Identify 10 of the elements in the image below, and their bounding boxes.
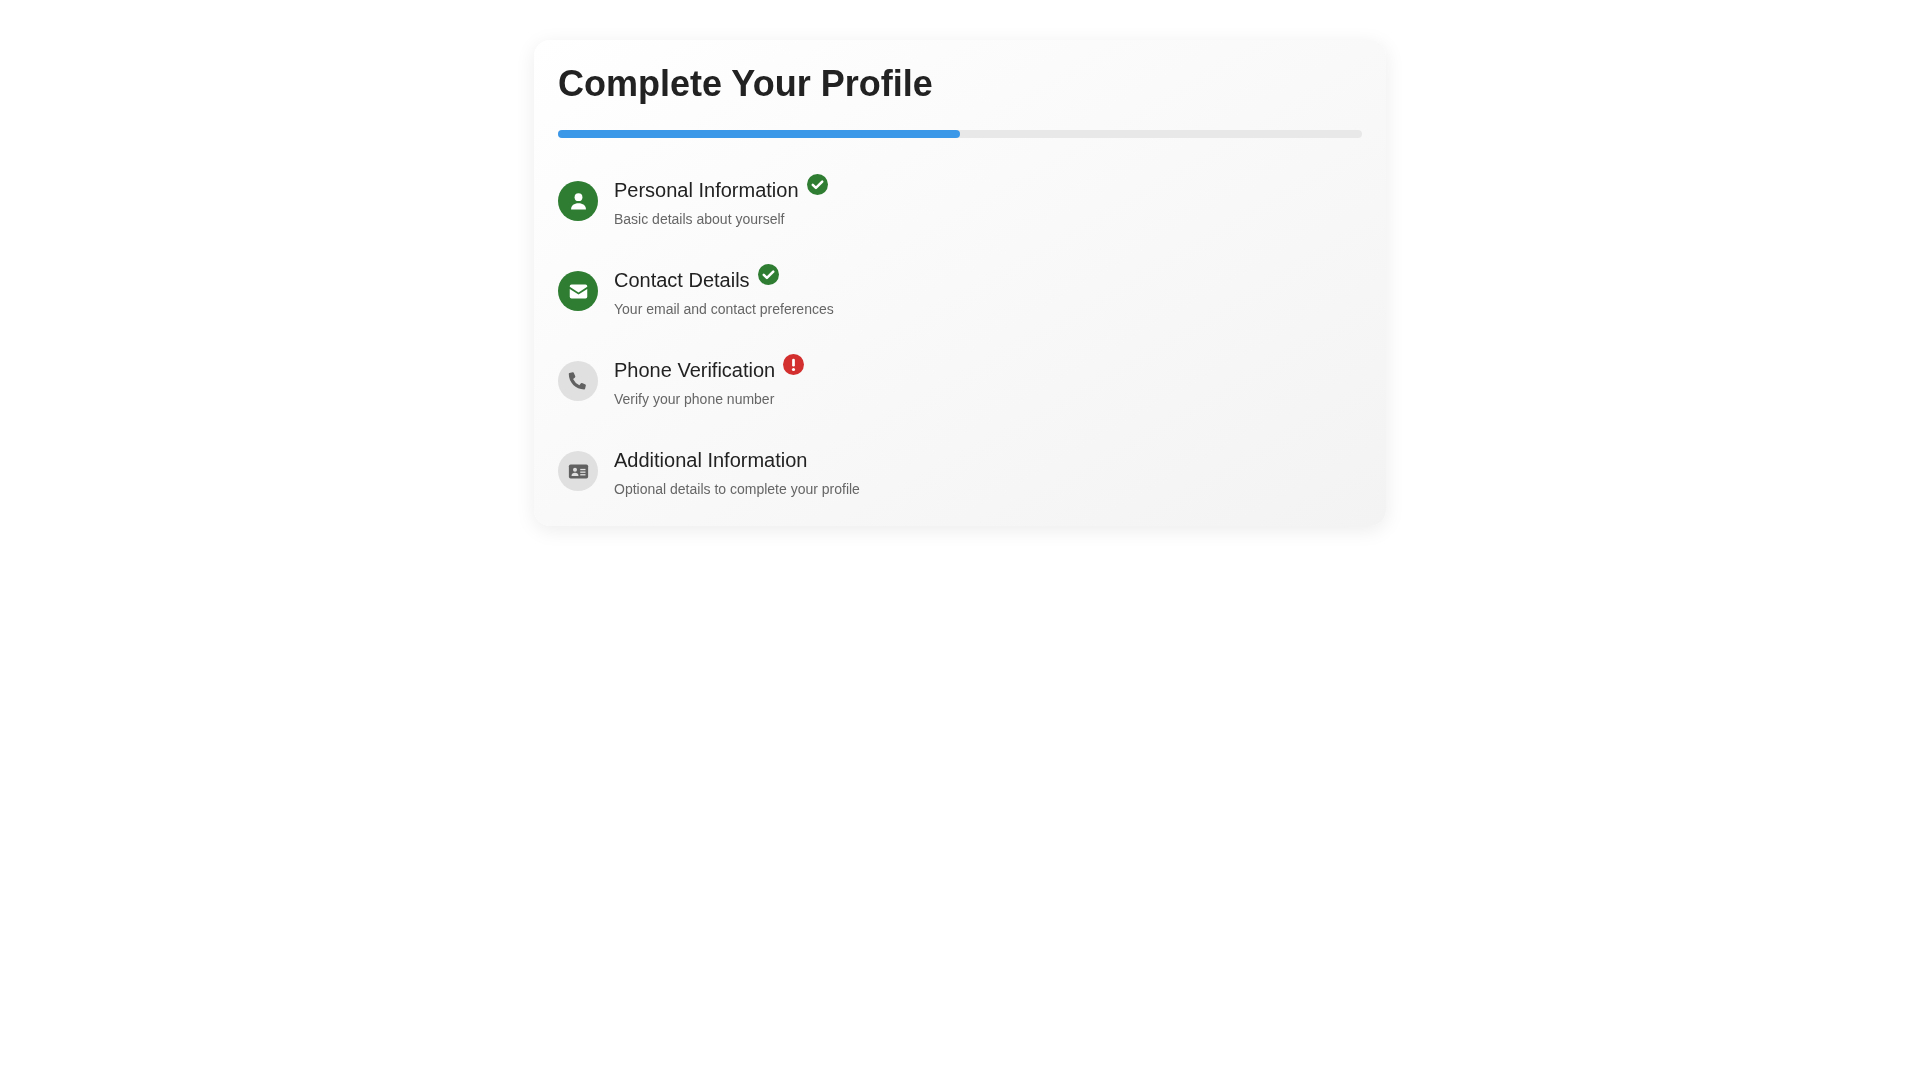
page-title: Complete Your Profile bbox=[558, 62, 933, 106]
step-description: Your email and contact preferences bbox=[614, 300, 834, 318]
phone-icon bbox=[567, 370, 589, 392]
step-description: Basic details about yourself bbox=[614, 210, 786, 228]
step-title: Personal Information bbox=[614, 178, 799, 202]
step-title: Contact Details bbox=[614, 268, 750, 292]
step-title: Phone Verification bbox=[614, 358, 776, 382]
step-description: Optional details to complete your profile bbox=[614, 480, 860, 498]
step-title: Additional Information bbox=[614, 448, 808, 472]
step-description: Verify your phone number bbox=[614, 390, 776, 408]
